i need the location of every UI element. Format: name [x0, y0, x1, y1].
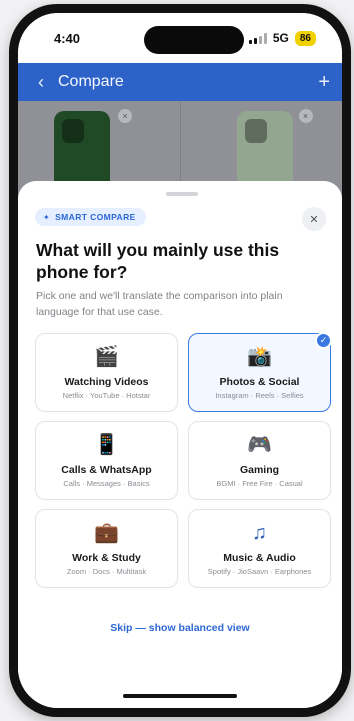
- sheet-title: What will you mainly use this phone for?: [36, 240, 280, 282]
- battery-badge: 86: [294, 30, 316, 46]
- use-case-sheet: ✦ SMART COMPARE ✕ What will you mainly u…: [18, 181, 342, 708]
- option-photos-social[interactable]: ✓ 📸 Photos & Social Instagram · Reels · …: [188, 332, 332, 412]
- option-title: Gaming: [239, 464, 280, 476]
- option-music-audio[interactable]: ♫ Music & Audio Spotify · JioSaavn · Ear…: [188, 509, 331, 588]
- skip-balanced-view-link[interactable]: Skip — show balanced view: [18, 622, 342, 634]
- close-icon: ✕: [309, 213, 319, 226]
- sheet-grabber[interactable]: [166, 192, 198, 196]
- option-subtitle: Zoom · Docs · Multitask: [66, 567, 147, 576]
- page-title: Compare: [58, 73, 124, 90]
- app-header: ‹ Compare +: [18, 63, 342, 101]
- remove-icon[interactable]: ×: [298, 109, 313, 123]
- add-icon[interactable]: +: [318, 72, 330, 92]
- music-note-icon: ♫: [252, 522, 267, 544]
- option-title: Work & Study: [72, 552, 141, 564]
- option-subtitle: Calls · Messages · Basics: [63, 479, 150, 488]
- phone-frame: 4:40 5G 86 ‹ Compare + × × ✦ SMART COMPA…: [9, 4, 351, 717]
- clapper-board-icon: 🎬: [94, 346, 119, 368]
- sheet-subtitle: Pick one and we'll translate the compari…: [36, 290, 283, 318]
- option-title: Calls & WhatsApp: [61, 464, 152, 476]
- option-title: Watching Videos: [64, 376, 149, 388]
- home-indicator[interactable]: [123, 694, 237, 698]
- option-gaming[interactable]: 🎮 Gaming BGMI · Free Fire · Casual: [188, 421, 331, 500]
- back-chevron-icon[interactable]: ‹: [38, 73, 44, 91]
- remove-icon[interactable]: ×: [118, 109, 132, 123]
- mobile-phone-icon: 📱: [94, 434, 119, 456]
- camera-flash-icon: 📸: [247, 346, 272, 368]
- network-type: 5G: [272, 31, 289, 45]
- game-controller-icon: 🎮: [247, 434, 272, 456]
- sparkle-icon: ✦: [43, 212, 51, 222]
- close-button[interactable]: ✕: [302, 207, 326, 231]
- option-work-study[interactable]: 💼 Work & Study Zoom · Docs · Multitask: [35, 509, 178, 588]
- option-subtitle: BGMI · Free Fire · Casual: [216, 479, 303, 488]
- status-indicators: 5G 86: [248, 30, 316, 46]
- briefcase-icon: 💼: [94, 522, 119, 544]
- option-title: Photos & Social: [219, 376, 300, 388]
- option-title: Music & Audio: [223, 552, 296, 564]
- screen: 4:40 5G 86 ‹ Compare + × × ✦ SMART COMPA…: [18, 13, 342, 708]
- signal-icon: [248, 32, 267, 44]
- option-watching-videos[interactable]: 🎬 Watching Videos Netflix · YouTube · Ho…: [35, 333, 178, 412]
- option-subtitle: Instagram · Reels · Selfies: [215, 391, 304, 400]
- dynamic-island: [144, 26, 244, 54]
- status-bar: 4:40 5G 86: [18, 13, 342, 63]
- badge-label: SMART COMPARE: [55, 212, 136, 222]
- check-icon: ✓: [315, 332, 332, 349]
- option-calls-whatsapp[interactable]: 📱 Calls & WhatsApp Calls · Messages · Ba…: [35, 421, 178, 500]
- status-time: 4:40: [54, 30, 81, 46]
- use-case-grid: 🎬 Watching Videos Netflix · YouTube · Ho…: [35, 332, 333, 588]
- option-subtitle: Netflix · YouTube · Hotstar: [62, 391, 151, 400]
- smart-compare-badge: ✦ SMART COMPARE: [35, 208, 146, 226]
- option-subtitle: Spotify · JioSaavn · Earphones: [207, 567, 312, 576]
